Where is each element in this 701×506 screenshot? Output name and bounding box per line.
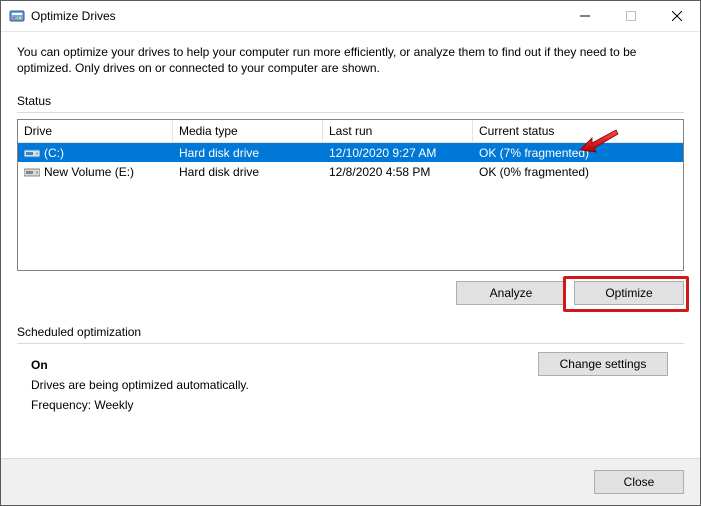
divider [17,112,684,113]
title-bar: Optimize Drives [1,1,700,32]
content-area: You can optimize your drives to help you… [1,32,700,458]
analyze-button[interactable]: Analyze [456,281,566,305]
drive-icon [24,164,40,180]
intro-text: You can optimize your drives to help you… [17,44,684,76]
maximize-button [608,1,654,31]
scheduled-frequency: Frequency: Weekly [31,398,684,412]
drive-name: (C:) [44,146,64,160]
column-header-status[interactable]: Current status [473,120,683,142]
drive-icon [24,145,40,161]
status-section-label: Status [17,94,684,108]
drive-list[interactable]: Drive Media type Last run Current status… [17,119,684,271]
scheduled-description: Drives are being optimized automatically… [31,378,684,392]
drive-row[interactable]: New Volume (E:) Hard disk drive 12/8/202… [18,162,683,181]
window-title: Optimize Drives [31,9,562,23]
window-controls [562,1,700,31]
change-settings-button[interactable]: Change settings [538,352,668,376]
scheduled-block: On Drives are being optimized automatica… [17,352,684,412]
drive-media: Hard disk drive [173,165,323,179]
drive-actions: Analyze Optimize [17,281,684,305]
drive-row[interactable]: (C:) Hard disk drive 12/10/2020 9:27 AM … [18,143,683,162]
drive-lastrun: 12/8/2020 4:58 PM [323,165,473,179]
column-header-drive[interactable]: Drive [18,120,173,142]
drive-name: New Volume (E:) [44,165,134,179]
drive-status: OK (7% fragmented) [473,146,683,160]
optimize-button[interactable]: Optimize [574,281,684,305]
drive-media: Hard disk drive [173,146,323,160]
footer: Close [1,458,700,505]
app-icon [9,8,25,24]
close-button[interactable]: Close [594,470,684,494]
close-window-button[interactable] [654,1,700,31]
drive-lastrun: 12/10/2020 9:27 AM [323,146,473,160]
minimize-button[interactable] [562,1,608,31]
scheduled-section-label: Scheduled optimization [17,325,684,339]
drive-status: OK (0% fragmented) [473,165,683,179]
column-header-lastrun[interactable]: Last run [323,120,473,142]
drive-list-header: Drive Media type Last run Current status [18,120,683,143]
column-header-media[interactable]: Media type [173,120,323,142]
divider [17,343,684,344]
